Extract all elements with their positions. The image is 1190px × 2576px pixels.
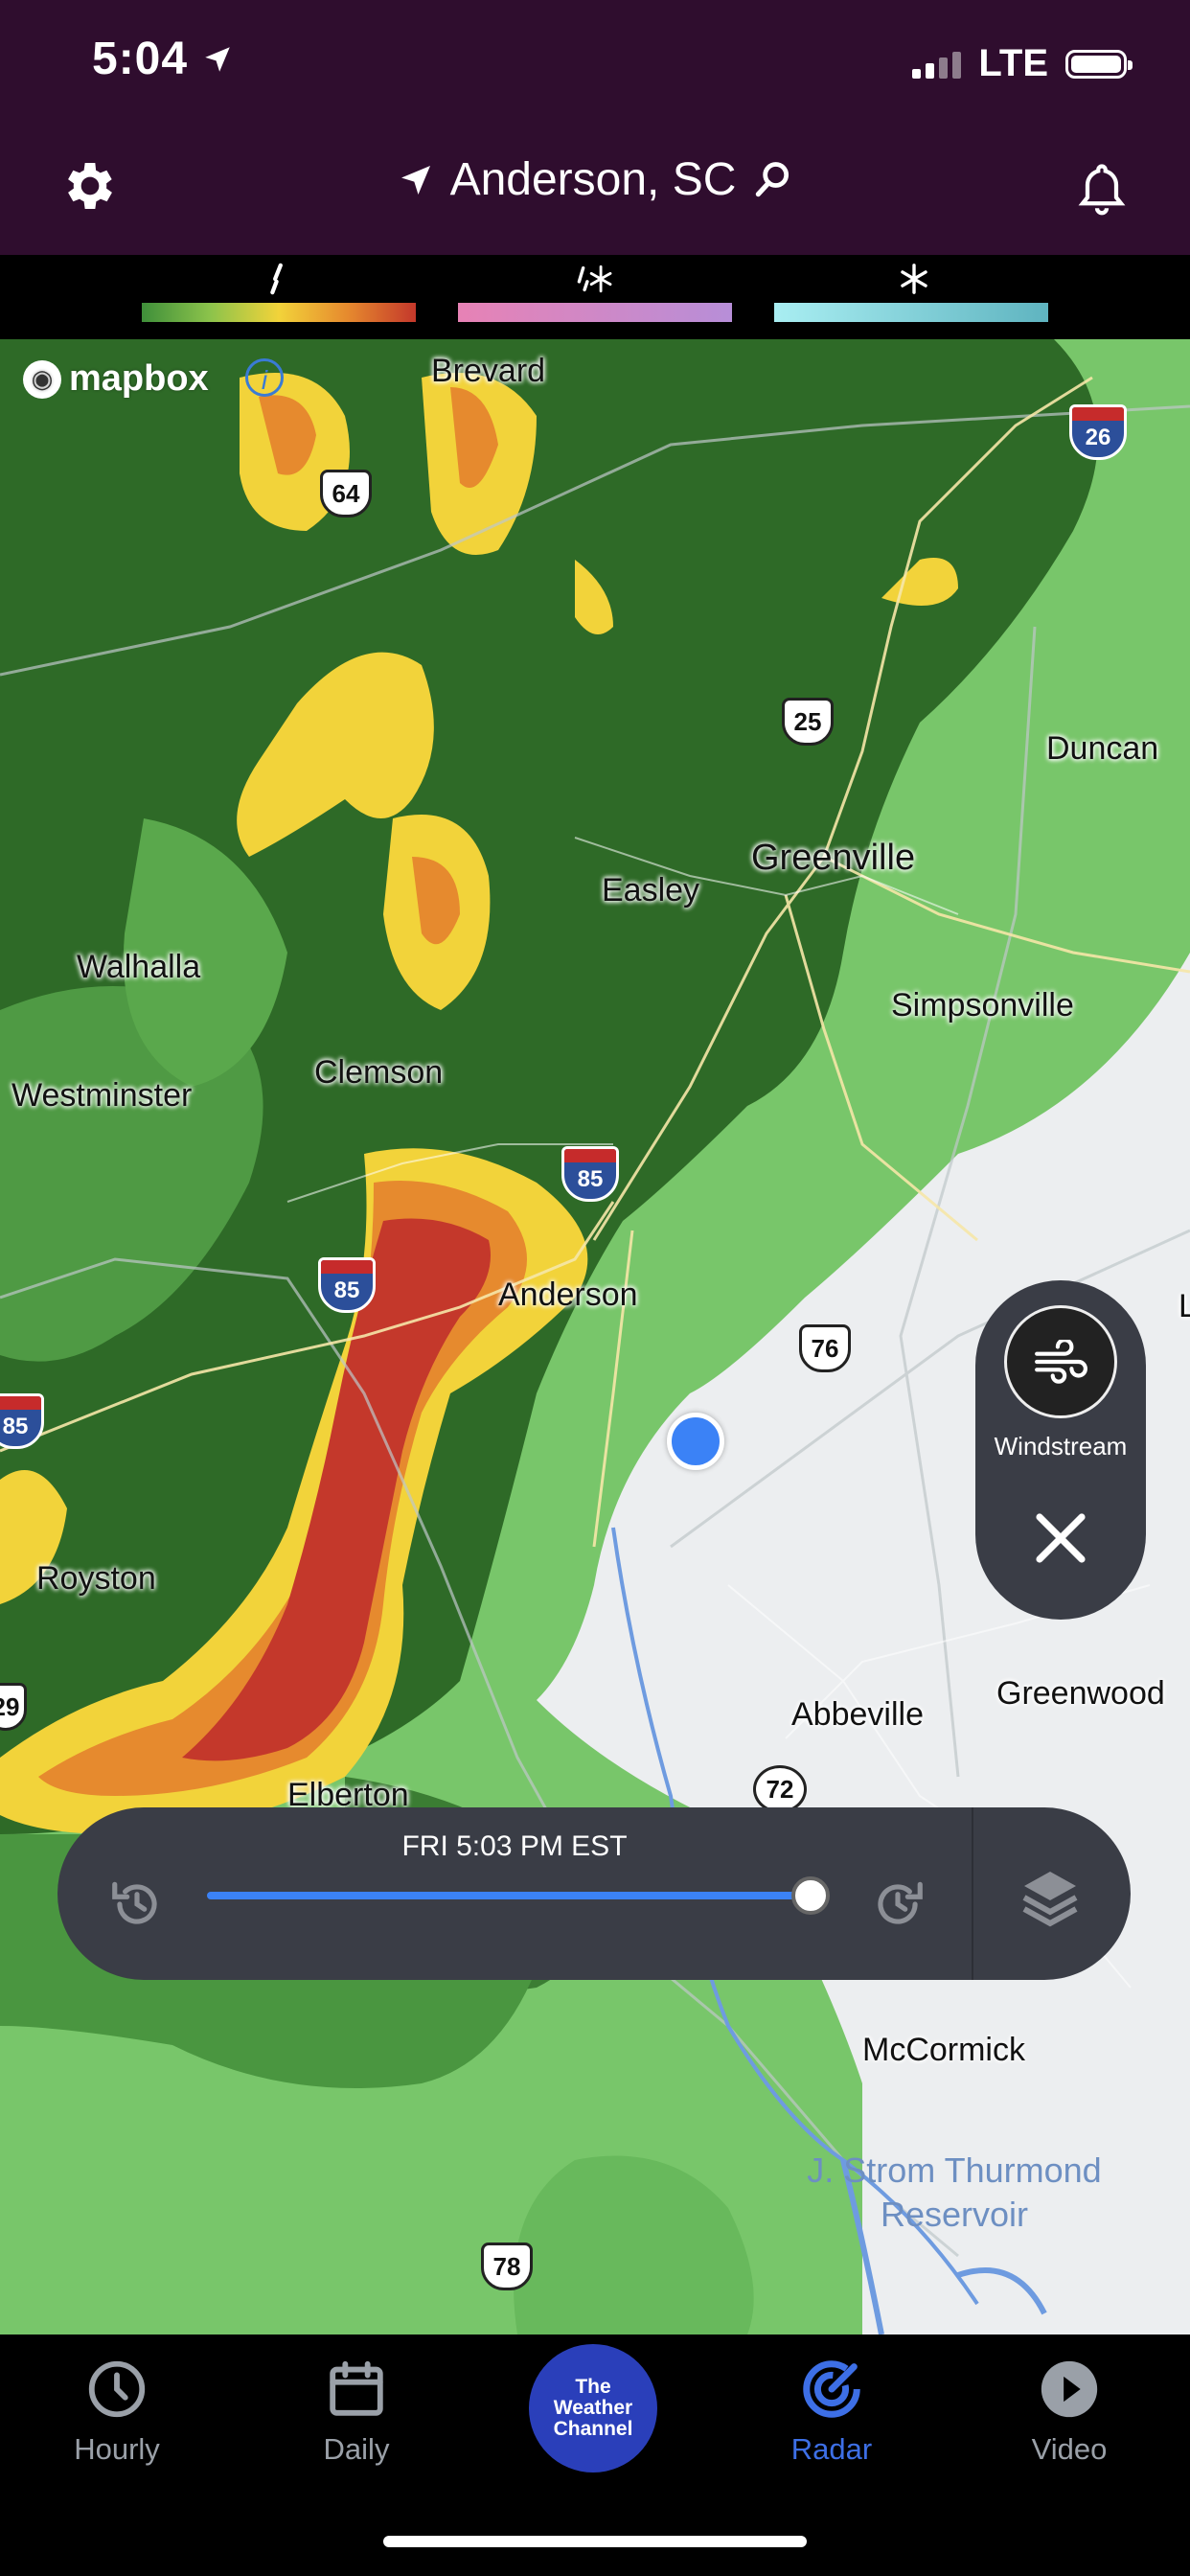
location-selector[interactable]: Anderson, SC <box>0 153 1190 206</box>
radar-icon <box>803 2360 860 2418</box>
windstream-button[interactable] <box>1004 1305 1117 1418</box>
map-info-icon[interactable]: i <box>245 358 284 397</box>
snowflake-icon <box>895 263 933 295</box>
precipitation-legend <box>0 255 1190 339</box>
rewind-history-icon[interactable] <box>107 1874 167 1934</box>
location-name: Anderson, SC <box>449 154 737 205</box>
mapbox-mark-icon: ◉ <box>23 359 61 399</box>
mix-scale-bar <box>458 303 732 322</box>
city-label: Greenwood <box>996 1675 1165 1712</box>
city-label: Duncan <box>1046 730 1159 767</box>
time-text: 5:04 <box>92 34 189 84</box>
city-label: Anderson <box>498 1276 638 1313</box>
city-label: McCormick <box>862 2032 1025 2068</box>
timeline-timestamp: FRI 5:03 PM EST <box>401 1830 628 1862</box>
home-indicator[interactable] <box>383 2536 807 2547</box>
city-label: Easley <box>602 872 700 908</box>
mix-icon <box>575 263 613 295</box>
close-icon[interactable] <box>1029 1506 1092 1570</box>
interstate-shield: 26 <box>1069 404 1127 460</box>
map-layers-icon[interactable] <box>1016 1863 1085 1932</box>
windstream-panel: Windstream <box>975 1280 1146 1620</box>
interstate-shield: 85 <box>318 1257 376 1313</box>
city-label: Westminster <box>11 1077 193 1114</box>
mapbox-logo[interactable]: ◉ mapbox <box>23 358 209 400</box>
the-weather-channel-logo-button[interactable]: The Weather Channel <box>529 2344 657 2472</box>
tab-hourly[interactable]: Hourly <box>31 2356 203 2467</box>
search-icon[interactable] <box>751 159 793 201</box>
city-label: Simpsonville <box>891 987 1074 1024</box>
state-route-shield: 72 <box>753 1765 807 1813</box>
rain-scale-bar <box>142 303 416 322</box>
clock-icon <box>88 2360 146 2418</box>
city-label: L <box>1179 1288 1190 1324</box>
city-label: Abbeville <box>791 1696 924 1733</box>
tab-video-label: Video <box>1031 2432 1108 2466</box>
us-route-shield: 76 <box>799 1324 851 1372</box>
tab-radar-label: Radar <box>790 2432 873 2466</box>
notifications-bell-icon[interactable] <box>1073 157 1131 218</box>
tab-daily-label: Daily <box>323 2432 390 2466</box>
location-services-icon <box>205 46 230 72</box>
battery-icon <box>1065 49 1133 79</box>
interstate-shield: 85 <box>561 1146 619 1202</box>
water-label: J. Strom Thurmond Reservoir <box>807 2150 1102 2234</box>
rain-icon <box>259 263 297 295</box>
forecast-future-icon[interactable] <box>868 1874 927 1934</box>
timeline-slider-track[interactable] <box>207 1892 811 1899</box>
wind-icon <box>1035 1340 1087 1384</box>
mapbox-wordmark: mapbox <box>69 358 209 399</box>
timeline-slider-thumb[interactable] <box>791 1876 830 1915</box>
city-label: Walhalla <box>77 949 201 985</box>
network-type: LTE <box>978 42 1048 84</box>
status-indicators: LTE <box>912 42 1133 85</box>
city-label: Brevard <box>431 353 546 389</box>
snow-scale-bar <box>774 303 1048 322</box>
tab-hourly-label: Hourly <box>74 2432 160 2466</box>
tab-video[interactable]: Video <box>983 2356 1156 2467</box>
city-label: Royston <box>36 1560 156 1597</box>
tab-daily[interactable]: Daily <box>270 2356 443 2467</box>
tab-radar[interactable]: Radar <box>745 2356 918 2467</box>
city-label: Greenville <box>751 838 916 878</box>
status-bar: 5:04 LTE <box>0 0 1190 134</box>
us-route-shield: 25 <box>782 698 834 746</box>
city-label: Clemson <box>314 1054 444 1091</box>
us-route-shield: 78 <box>481 2242 533 2290</box>
status-time: 5:04 <box>92 33 234 85</box>
app-header: Anderson, SC <box>0 134 1190 255</box>
play-icon <box>1041 2360 1098 2418</box>
calendar-icon <box>330 2360 383 2416</box>
windstream-label: Windstream <box>994 1432 1128 1460</box>
radar-timeline: FRI 5:03 PM EST <box>57 1807 1131 1980</box>
location-arrow-icon <box>400 165 430 195</box>
us-route-shield: 64 <box>320 470 372 518</box>
signal-icon <box>912 50 962 79</box>
timeline-divider <box>972 1807 973 1980</box>
current-location-dot <box>667 1413 724 1470</box>
